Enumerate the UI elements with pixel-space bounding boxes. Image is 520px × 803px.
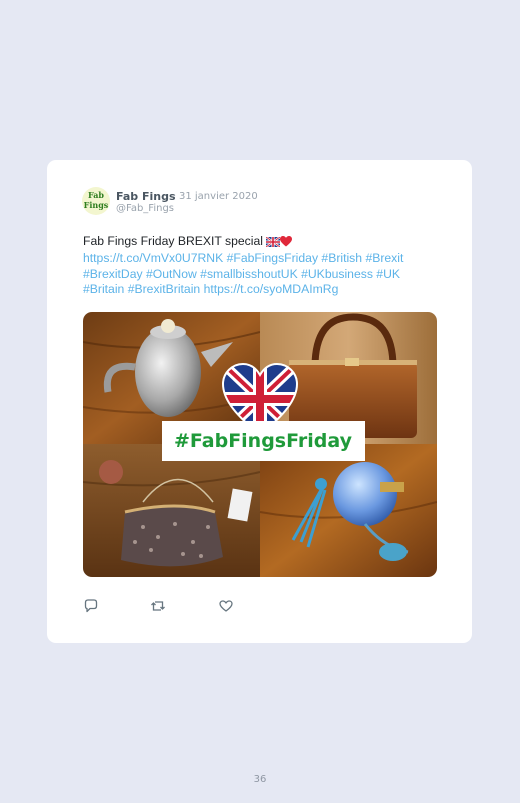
reply-icon[interactable] xyxy=(83,598,99,614)
tweet-text-plain: Fab Fings Friday BREXIT special xyxy=(83,234,267,248)
page-number: 36 xyxy=(253,774,267,785)
author-handle[interactable]: @Fab_Fings xyxy=(116,203,174,214)
tweet-links-line4[interactable]: #Britain #BrexitBritain https://t.co/syo… xyxy=(83,282,338,296)
tweet-date[interactable]: 31 janvier 2020 xyxy=(179,191,258,202)
tweet-text: Fab Fings Friday BREXIT special https://… xyxy=(83,234,443,297)
like-icon[interactable] xyxy=(218,598,234,614)
tweet-media-image[interactable]: #FabFingsFriday xyxy=(83,312,437,577)
panel-sequin-purse xyxy=(83,444,261,577)
panel-perfume-atomiser xyxy=(259,444,437,577)
tweet-links-line2[interactable]: https://t.co/VmVx0U7RNK #FabFingsFriday … xyxy=(83,251,403,265)
retweet-icon[interactable] xyxy=(150,598,166,614)
uk-flag-icon xyxy=(265,236,281,251)
red-heart-icon xyxy=(280,236,293,251)
avatar-logo-line2: Fings xyxy=(83,200,109,210)
hashtag-overlay-text: #FabFingsFriday xyxy=(174,430,353,452)
avatar-logo-line1: Fab xyxy=(87,190,105,200)
tweet-links-line3[interactable]: #BrexitDay #OutNow #smallbisshoutUK #UKb… xyxy=(83,267,400,281)
tweet-card[interactable]: Fab Fings Fab Fings · 31 janvier 2020 @F… xyxy=(47,160,472,643)
author-name[interactable]: Fab Fings xyxy=(116,190,176,203)
meta-separator: · xyxy=(173,191,177,202)
avatar[interactable]: Fab Fings xyxy=(82,187,110,215)
